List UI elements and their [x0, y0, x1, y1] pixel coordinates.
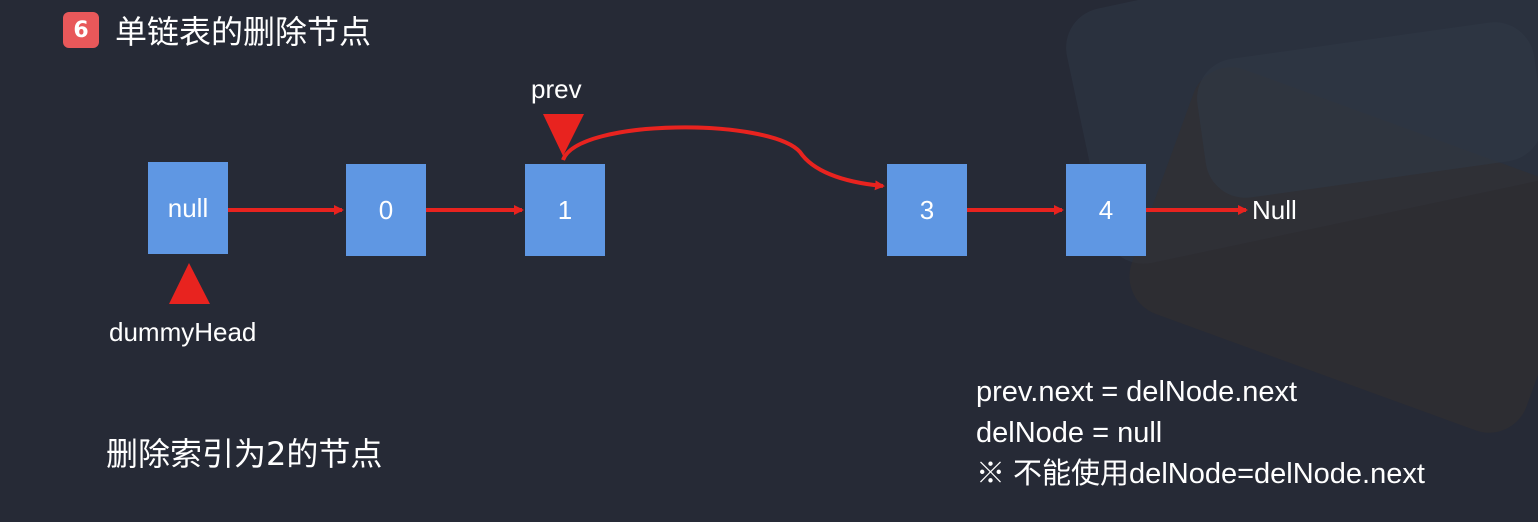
list-node-4: 4: [1066, 164, 1146, 256]
code-warning-line: ※ 不能使用delNode=delNode.next: [976, 458, 1425, 490]
arrow-1-to-3-skip: [561, 125, 885, 191]
list-node-0: 0: [346, 164, 426, 256]
dummyhead-pointer-marker: [169, 263, 210, 304]
prev-pointer-label: prev: [531, 74, 582, 104]
code-line: prev.next = delNode.next: [976, 376, 1298, 408]
list-node-1: 1: [525, 164, 605, 256]
dummyhead-pointer-label: dummyHead: [109, 317, 257, 347]
page-title: 单链表的删除节点: [115, 13, 372, 51]
prev-pointer-marker: [543, 114, 584, 156]
background-shape: [1191, 17, 1538, 203]
code-line: delNode = null: [976, 417, 1163, 449]
list-node-3: 3: [887, 164, 967, 256]
deletion-caption: 删除索引为2的节点: [106, 435, 383, 473]
code-notes: prev.next = delNode.next delNode = null …: [976, 372, 1425, 495]
list-end-label: Null: [1252, 195, 1297, 225]
section-number-badge: 6: [63, 12, 99, 48]
list-node-dummy-null: null: [148, 162, 228, 254]
